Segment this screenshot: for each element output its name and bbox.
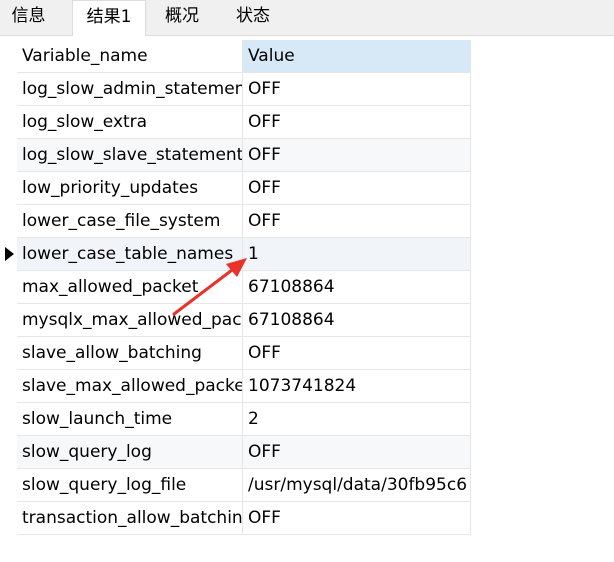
variable-name-cell[interactable]: slave_allow_batching [17,337,243,370]
value-cell[interactable]: OFF [243,172,471,205]
tab-profile[interactable]: 概况 [146,0,218,35]
value-cell[interactable]: 67108864 [243,271,471,304]
variable-name-cell[interactable]: lower_case_table_names [17,238,243,271]
current-row-triangle-icon [5,247,14,261]
grid-header-row: Variable_name Value [0,40,471,73]
value-cell[interactable]: OFF [243,73,471,106]
variable-name-cell[interactable]: lower_case_file_system [17,205,243,238]
variable-name-cell[interactable]: max_allowed_packet [17,271,243,304]
table-row[interactable]: low_priority_updates OFF [0,172,471,205]
row-indicator[interactable] [0,106,17,139]
column-header-variable-name[interactable]: Variable_name [17,40,243,73]
row-indicator[interactable] [0,172,17,205]
value-cell[interactable]: 1073741824 [243,370,471,403]
variable-name-cell[interactable]: mysqlx_max_allowed_packet [17,304,243,337]
row-indicator[interactable] [0,139,17,172]
variable-name-cell[interactable]: slow_query_log_file [17,469,243,502]
row-indicator[interactable] [0,370,17,403]
value-cell[interactable]: OFF [243,205,471,238]
row-indicator[interactable] [0,337,17,370]
variable-name-cell[interactable]: log_slow_admin_statements [17,73,243,106]
variable-name-cell[interactable]: log_slow_slave_statements [17,139,243,172]
variable-name-cell[interactable]: slow_query_log [17,436,243,469]
value-cell[interactable]: 2 [243,403,471,436]
variable-name-cell[interactable]: log_slow_extra [17,106,243,139]
table-row[interactable]: transaction_allow_batching OFF [0,502,471,535]
row-indicator[interactable] [0,469,17,502]
variable-name-cell[interactable]: low_priority_updates [17,172,243,205]
table-row[interactable]: slow_launch_time 2 [0,403,471,436]
value-cell[interactable]: 1 [243,238,471,271]
table-row[interactable]: log_slow_slave_statements OFF [0,139,471,172]
tab-result-1[interactable]: 结果1 [72,0,146,36]
row-indicator[interactable] [0,436,17,469]
value-cell[interactable]: 67108864 [243,304,471,337]
tab-status[interactable]: 状态 [218,0,288,35]
table-row[interactable]: slave_max_allowed_packet 1073741824 [0,370,471,403]
column-header-value[interactable]: Value [243,40,471,73]
row-indicator[interactable] [0,403,17,436]
table-row[interactable]: log_slow_admin_statements OFF [0,73,471,106]
table-row[interactable]: log_slow_extra OFF [0,106,471,139]
row-indicator[interactable] [0,238,17,271]
table-row[interactable]: slow_query_log_file /usr/mysql/data/30fb… [0,469,471,502]
tab-info[interactable]: 信息 [0,0,57,35]
value-cell[interactable]: OFF [243,337,471,370]
result-tab-bar: 信息 结果1 概况 状态 [0,0,614,36]
row-indicator[interactable] [0,502,17,535]
table-row[interactable]: slow_query_log OFF [0,436,471,469]
table-row[interactable]: slave_allow_batching OFF [0,337,471,370]
variable-name-cell[interactable]: transaction_allow_batching [17,502,243,535]
table-row[interactable]: max_allowed_packet 67108864 [0,271,471,304]
variable-name-cell[interactable]: slow_launch_time [17,403,243,436]
row-indicator[interactable] [0,271,17,304]
value-cell[interactable]: OFF [243,139,471,172]
value-cell[interactable]: OFF [243,502,471,535]
value-cell[interactable]: OFF [243,436,471,469]
table-row[interactable]: lower_case_file_system OFF [0,205,471,238]
table-row-selected[interactable]: lower_case_table_names 1 [0,238,471,271]
table-row[interactable]: mysqlx_max_allowed_packet 67108864 [0,304,471,337]
row-indicator[interactable] [0,205,17,238]
variable-name-cell[interactable]: slave_max_allowed_packet [17,370,243,403]
row-indicator-header [0,40,17,73]
row-indicator[interactable] [0,73,17,106]
row-indicator[interactable] [0,304,17,337]
value-cell[interactable]: /usr/mysql/data/30fb95c6 [243,469,471,502]
value-cell[interactable]: OFF [243,106,471,139]
